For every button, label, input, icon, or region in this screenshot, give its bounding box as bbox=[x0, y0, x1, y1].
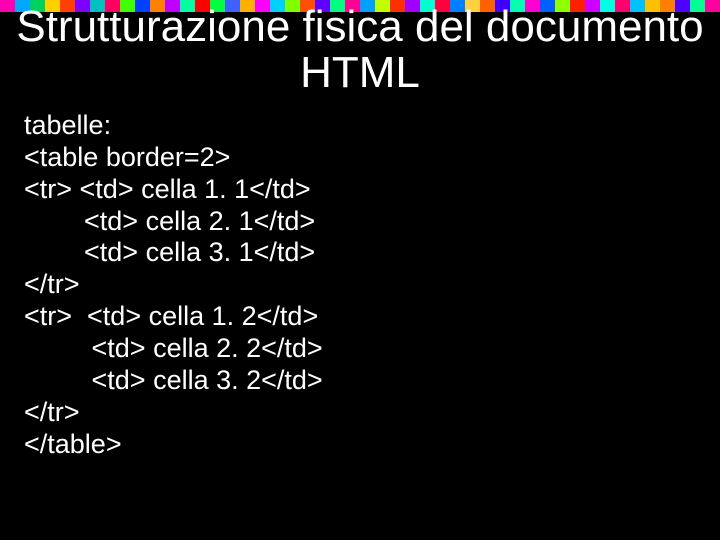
slide-title: Strutturazione fisica del documento HTML bbox=[0, 4, 720, 96]
code-line: <td> cella 2. 1</td> bbox=[24, 206, 315, 236]
code-line: </table> bbox=[24, 429, 122, 459]
code-line: <td> cella 3. 2</td> bbox=[24, 365, 323, 395]
code-line: tabelle: bbox=[24, 110, 111, 140]
code-line: <tr> <td> cella 1. 1</td> bbox=[24, 174, 311, 204]
code-line: </tr> bbox=[24, 397, 80, 427]
code-line: </tr> bbox=[24, 269, 80, 299]
slide: Strutturazione fisica del documento HTML… bbox=[0, 0, 720, 540]
code-line: <td> cella 2. 2</td> bbox=[24, 333, 323, 363]
code-line: <table border=2> bbox=[24, 142, 230, 172]
code-line: <td> cella 3. 1</td> bbox=[24, 237, 315, 267]
code-line: <tr> <td> cella 1. 2</td> bbox=[24, 301, 318, 331]
slide-body: tabelle: <table border=2> <tr> <td> cell… bbox=[24, 110, 696, 460]
